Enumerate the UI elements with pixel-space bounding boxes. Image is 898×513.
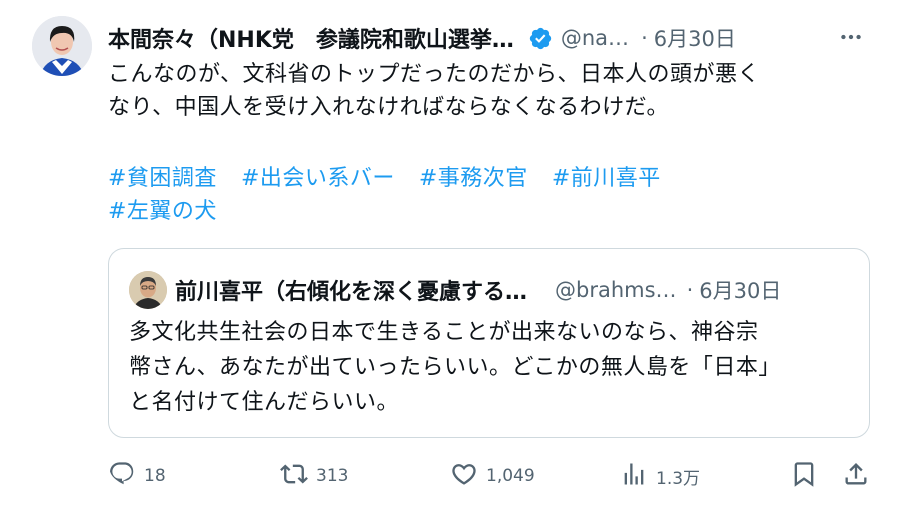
views-icon — [620, 460, 648, 492]
tweet-header: 本間奈々（NHK党 参議院和歌山選挙… @na… · 6月30日 — [108, 18, 878, 58]
like-button[interactable]: 1,049 — [450, 456, 535, 496]
hashtag-link[interactable]: #出会い系バー — [241, 162, 395, 195]
quoted-author-name[interactable]: 前川喜平（右傾化を深く憂慮する… — [175, 274, 527, 306]
author-avatar[interactable] — [32, 16, 92, 76]
hashtag-link[interactable]: #左翼の犬 — [108, 195, 217, 228]
hashtag-list: #貧困調査 #出会い系バー #事務次官 #前川喜平 #左翼の犬 — [108, 162, 888, 228]
like-count: 1,049 — [486, 466, 535, 486]
reply-icon — [108, 460, 136, 492]
quoted-text-line: 多文化共生社会の日本で生きることが出来ないのなら、神谷宗 — [129, 320, 759, 345]
repost-button[interactable]: 313 — [280, 456, 348, 496]
quoted-author-handle[interactable]: @brahms… — [555, 278, 677, 302]
quoted-text-line: 幣さん、あなたが出ていったらいい。どこかの無人島を「日本」 — [129, 355, 781, 380]
reply-count: 18 — [144, 466, 166, 486]
tweet-text-line: なり、中国人を受け入れなければならなくなるわけだ。 — [108, 95, 669, 120]
verified-badge-icon — [528, 26, 553, 51]
quoted-tweet-date[interactable]: 6月30日 — [699, 275, 781, 305]
tweet-text-line: こんなのが、文科省のトップだったのだから、日本人の頭が悪く — [108, 62, 761, 87]
quoted-author-avatar[interactable] — [129, 271, 167, 309]
tweet-text: こんなのが、文科省のトップだったのだから、日本人の頭が悪く なり、中国人を受け入… — [108, 58, 888, 124]
quoted-text-line: と名付けて住んだらいい。 — [129, 390, 400, 415]
repost-count: 313 — [316, 466, 349, 486]
hashtag-link[interactable]: #貧困調査 — [108, 162, 217, 195]
hashtag-link[interactable]: #事務次官 — [419, 162, 528, 195]
separator-dot: · — [686, 278, 694, 302]
share-button[interactable] — [842, 456, 870, 496]
bookmark-icon — [790, 460, 818, 492]
bookmark-button[interactable] — [790, 456, 818, 496]
tweet-actions: 18 313 1,049 1.3万 — [104, 456, 874, 496]
tweet[interactable]: 本間奈々（NHK党 参議院和歌山選挙… @na… · 6月30日 こんなのが、文… — [0, 0, 898, 513]
tweet-date[interactable]: 6月30日 — [654, 23, 736, 53]
more-icon[interactable] — [836, 22, 866, 52]
quoted-tweet[interactable]: 前川喜平（右傾化を深く憂慮する… @brahms… · 6月30日 多文化共生社… — [108, 248, 870, 438]
hashtag-link[interactable]: #前川喜平 — [552, 162, 661, 195]
share-icon — [842, 460, 870, 492]
separator-dot: · — [641, 26, 648, 50]
like-icon — [450, 460, 478, 492]
repost-icon — [280, 460, 308, 492]
quoted-tweet-header: 前川喜平（右傾化を深く憂慮する… @brahms… · 6月30日 — [175, 271, 855, 309]
views-button[interactable]: 1.3万 — [620, 456, 700, 496]
quoted-tweet-text: 多文化共生社会の日本で生きることが出来ないのなら、神谷宗 幣さん、あなたが出てい… — [129, 315, 849, 420]
views-count: 1.3万 — [656, 468, 701, 489]
author-name[interactable]: 本間奈々（NHK党 参議院和歌山選挙… — [108, 22, 514, 54]
reply-button[interactable]: 18 — [108, 456, 166, 496]
author-handle[interactable]: @na… — [561, 26, 629, 50]
